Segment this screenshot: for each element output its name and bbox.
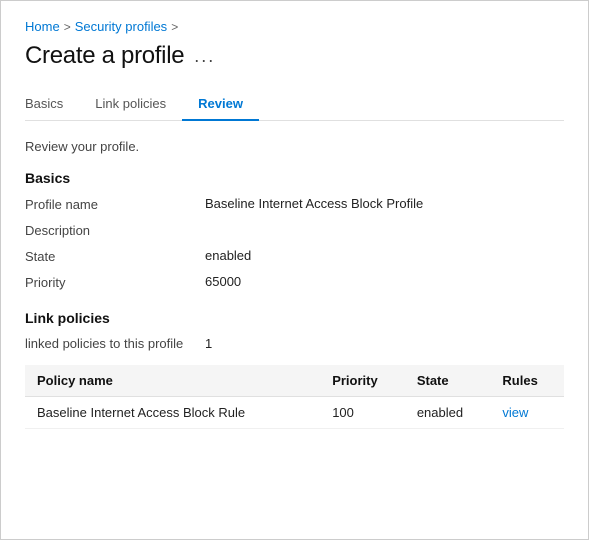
linked-count-label: linked policies to this profile (25, 336, 205, 351)
col-header-state: State (407, 365, 493, 397)
breadcrumb-security-profiles[interactable]: Security profiles (75, 19, 167, 34)
field-description: Description (25, 222, 564, 244)
field-profile-name: Profile name Baseline Internet Access Bl… (25, 196, 564, 218)
policy-table: Policy name Priority State Rules Baselin… (25, 365, 564, 429)
page-title: Create a profile (25, 42, 184, 70)
tab-basics[interactable]: Basics (25, 88, 79, 121)
table-row: Baseline Internet Access Block Rule 100 … (25, 397, 564, 429)
col-header-policy-name: Policy name (25, 365, 322, 397)
linked-count-value: 1 (205, 336, 212, 351)
link-policies-section: Link policies linked policies to this pr… (25, 310, 564, 429)
view-link[interactable]: view (502, 405, 528, 420)
basics-section-title: Basics (25, 170, 564, 186)
page-title-row: Create a profile ... (25, 42, 564, 70)
more-options-icon[interactable]: ... (194, 46, 215, 67)
col-header-priority: Priority (322, 365, 407, 397)
linked-count-row: linked policies to this profile 1 (25, 336, 564, 351)
cell-priority: 100 (322, 397, 407, 429)
breadcrumb: Home > Security profiles > (25, 19, 564, 34)
cell-rules[interactable]: view (492, 397, 564, 429)
cell-state: enabled (407, 397, 493, 429)
field-label-description: Description (25, 222, 205, 238)
link-policies-section-title: Link policies (25, 310, 564, 326)
table-header-row: Policy name Priority State Rules (25, 365, 564, 397)
tab-review[interactable]: Review (182, 88, 259, 121)
page-wrapper: Home > Security profiles > Create a prof… (0, 0, 589, 540)
cell-policy-name: Baseline Internet Access Block Rule (25, 397, 322, 429)
field-value-priority: 65000 (205, 274, 241, 289)
tabs-bar: Basics Link policies Review (25, 88, 564, 121)
field-value-state: enabled (205, 248, 251, 263)
field-label-profile-name: Profile name (25, 196, 205, 212)
field-value-profile-name: Baseline Internet Access Block Profile (205, 196, 423, 211)
tab-link-policies[interactable]: Link policies (79, 88, 182, 121)
field-priority: Priority 65000 (25, 274, 564, 296)
breadcrumb-separator-2: > (171, 20, 178, 34)
field-state: State enabled (25, 248, 564, 270)
col-header-rules: Rules (492, 365, 564, 397)
breadcrumb-home[interactable]: Home (25, 19, 60, 34)
field-label-priority: Priority (25, 274, 205, 290)
breadcrumb-separator-1: > (64, 20, 71, 34)
review-description: Review your profile. (25, 139, 564, 154)
field-label-state: State (25, 248, 205, 264)
